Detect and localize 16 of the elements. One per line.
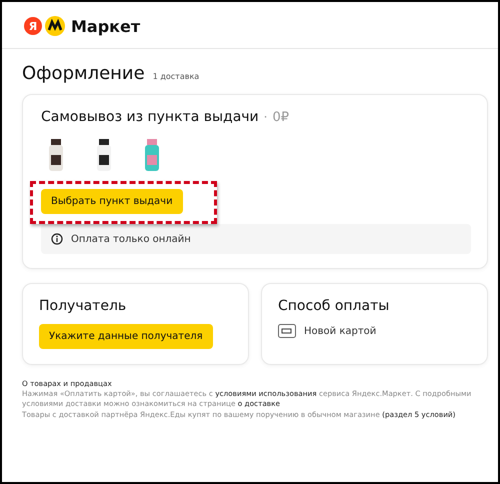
payment-title: Способ оплаты (278, 298, 390, 314)
choose-pickup-button[interactable]: Выбрать пункт выдачи (41, 189, 183, 214)
notice-text: Оплата только онлайн (71, 234, 191, 244)
card-icon (278, 324, 296, 338)
logo-letter-icon[interactable]: Я (24, 17, 42, 35)
recipient-button[interactable]: Укажите данные получателя (39, 324, 213, 349)
page-title: Оформление (22, 63, 145, 84)
recipient-title: Получатель (39, 298, 128, 314)
delivery-count: 1 доставка (152, 72, 200, 81)
delivery-price: 0₽ (272, 110, 290, 125)
separator-dot: · (264, 110, 268, 124)
payment-method[interactable]: Новой картой (304, 326, 376, 336)
logo-m-icon[interactable] (45, 16, 65, 36)
delivery-title: Самовывоз из пункта выдачи (41, 109, 259, 125)
info-icon (51, 233, 63, 245)
logo-text[interactable]: Маркет (71, 16, 140, 36)
